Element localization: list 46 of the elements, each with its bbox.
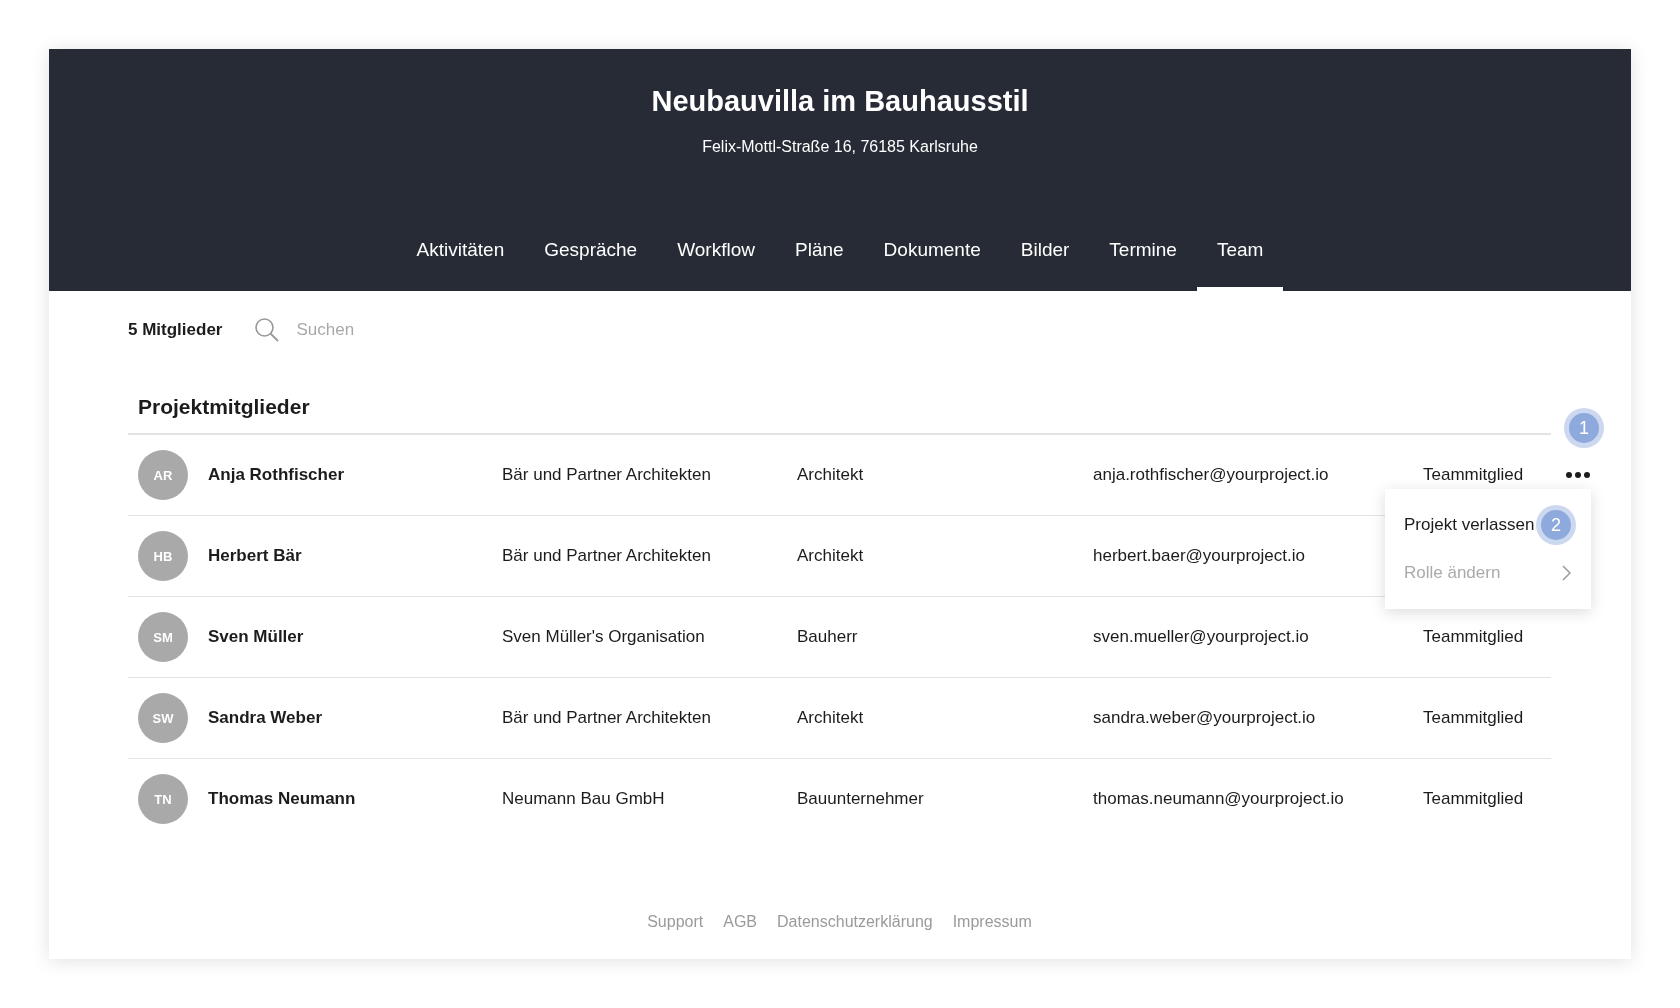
membership: Teammitglied bbox=[1423, 627, 1525, 647]
section-title: Projektmitglieder bbox=[137, 394, 311, 420]
menu-item[interactable]: Projekt verlassen 2 bbox=[1385, 501, 1591, 549]
membership: Teammitglied bbox=[1423, 708, 1525, 728]
nav-tab[interactable]: Gespräche bbox=[524, 227, 658, 291]
member-name: Sven Müller bbox=[208, 627, 305, 647]
avatar: AR bbox=[138, 450, 188, 500]
avatar: HB bbox=[138, 531, 188, 581]
email: anja.rothfischer@yourproject.io bbox=[1093, 465, 1330, 485]
nav-tab[interactable]: Pläne bbox=[775, 227, 864, 291]
step-badge: 2 bbox=[1541, 510, 1571, 540]
nav-tab[interactable]: Aktivitäten bbox=[396, 227, 525, 291]
member-name: Herbert Bär bbox=[208, 546, 303, 566]
project-address: Felix-Mottl-Straße 16, 76185 Karlsruhe bbox=[702, 138, 978, 156]
email: sandra.weber@yourproject.io bbox=[1093, 708, 1317, 728]
role: Architekt bbox=[797, 708, 865, 728]
company: Bär und Partner Architekten bbox=[502, 465, 712, 485]
role: Architekt bbox=[797, 546, 865, 566]
avatar: SW bbox=[138, 693, 188, 743]
search-icon bbox=[254, 317, 281, 343]
company: Bär und Partner Architekten bbox=[502, 546, 712, 566]
avatar: TN bbox=[138, 774, 188, 824]
step-badge: 1 bbox=[1569, 413, 1599, 443]
member-name: Sandra Weber bbox=[208, 708, 323, 728]
nav-tab[interactable]: Termine bbox=[1089, 227, 1197, 291]
more-icon[interactable] bbox=[1565, 471, 1591, 479]
nav-tab[interactable]: Dokumente bbox=[863, 227, 1001, 291]
membership: Teammitglied bbox=[1423, 465, 1525, 485]
email: herbert.baer@yourproject.io bbox=[1093, 546, 1306, 566]
email: sven.mueller@yourproject.io bbox=[1093, 627, 1310, 647]
role: Bauherr bbox=[797, 627, 859, 647]
member-name: Thomas Neumann bbox=[208, 789, 357, 809]
member-count: 5 Mitglieder bbox=[128, 320, 223, 340]
member-name: Anja Rothfischer bbox=[208, 465, 346, 485]
company: Bär und Partner Architekten bbox=[502, 708, 712, 728]
company: Neumann Bau GmbH bbox=[502, 789, 666, 809]
project-title: Neubauvilla im Bauhausstil bbox=[651, 85, 1029, 118]
role: Bauunternehmer bbox=[797, 789, 925, 809]
email: thomas.neumann@yourproject.io bbox=[1093, 789, 1345, 809]
nav-tab[interactable]: Team bbox=[1196, 227, 1284, 291]
company: Sven Müller's Organisation bbox=[502, 627, 706, 647]
nav-tab[interactable]: Bilder bbox=[1000, 227, 1090, 291]
avatar: SM bbox=[138, 612, 188, 662]
role: Architekt bbox=[797, 465, 865, 485]
membership: Teammitglied bbox=[1423, 789, 1525, 809]
nav-tab[interactable]: Workflow bbox=[657, 227, 775, 291]
